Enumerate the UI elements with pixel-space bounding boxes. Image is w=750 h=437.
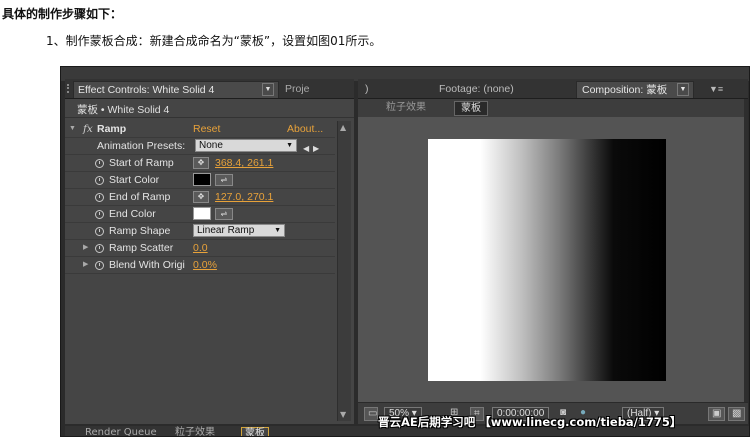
scroll-down-icon[interactable]: ▼ xyxy=(340,410,346,419)
property-row: End Color ⇌ xyxy=(65,206,335,222)
effect-controls-scrollbar[interactable]: ▲ ▼ xyxy=(337,121,351,421)
animation-presets-row: Animation Presets: None ▼ ◀ ▶ xyxy=(65,138,335,154)
ramp-shape-value: Linear Ramp xyxy=(197,225,255,236)
ramp-gradient-canvas xyxy=(428,139,666,381)
chevron-down-icon[interactable]: ▼ xyxy=(677,83,689,96)
presets-value: None xyxy=(199,140,223,151)
twirl-down-icon[interactable]: ▼ xyxy=(69,121,76,137)
end-color-swatch[interactable] xyxy=(193,207,211,220)
ramp-scatter-value[interactable]: 0.0 xyxy=(193,240,208,256)
property-label: Ramp Shape xyxy=(109,225,171,237)
row-divider xyxy=(65,273,335,274)
composition-viewer[interactable] xyxy=(358,117,744,402)
tab-render-queue[interactable]: Render Queue xyxy=(85,427,157,436)
property-row: End of Ramp ✥ 127.0, 270.1 xyxy=(65,189,335,205)
twirl-right-icon[interactable]: ▶ xyxy=(83,240,88,256)
property-row: Ramp Shape Linear Ramp ▼ xyxy=(65,223,335,239)
region-of-interest-icon[interactable]: ▣ xyxy=(708,407,726,421)
divider xyxy=(65,117,354,118)
ramp-shape-dropdown[interactable]: Linear Ramp ▼ xyxy=(193,224,285,237)
composition-navigator: 粒子效果 蒙板 xyxy=(358,99,748,117)
composition-tabbar: ) Footage: (none) Composition: 蒙板 ▼ ▼≡ xyxy=(358,79,748,99)
tab-particle-effect[interactable]: 粒子效果 xyxy=(175,427,215,436)
effect-controls-tabbar: Effect Controls: White Solid 4 ▼ Proje xyxy=(65,79,354,99)
ae-screenshot: Effect Controls: White Solid 4 ▼ Proje 蒙… xyxy=(60,66,750,437)
tab-partial[interactable]: ) xyxy=(360,81,380,98)
layer-breadcrumb: 蒙板 • White Solid 4 xyxy=(77,104,170,116)
watermark: 晋云AE后期学习吧 【www.linecg.com/tieba/1775】 xyxy=(378,415,682,429)
panel-menu-icon[interactable]: ▼≡ xyxy=(704,81,723,98)
property-row: Start of Ramp ✥ 368.4, 261.1 xyxy=(65,155,335,171)
stopwatch-icon[interactable] xyxy=(95,159,104,168)
tab-composition[interactable]: Composition: 蒙板 ▼ xyxy=(576,81,694,98)
tab-effect-controls-label: Effect Controls: White Solid 4 xyxy=(78,84,215,96)
tab-project[interactable]: Proje xyxy=(281,81,341,98)
property-label: Blend With Origi xyxy=(109,259,185,271)
eyedropper-icon[interactable]: ⇌ xyxy=(215,208,233,220)
chevron-down-icon[interactable]: ▼ xyxy=(262,83,274,96)
crosshair-icon[interactable]: ✥ xyxy=(193,191,209,203)
property-row: ▶ Blend With Origi 0.0% xyxy=(65,257,335,273)
composition-panel: ) Footage: (none) Composition: 蒙板 ▼ ▼≡ 粒… xyxy=(358,79,748,424)
start-color-swatch[interactable] xyxy=(193,173,211,186)
effect-name: Ramp xyxy=(97,123,127,135)
stopwatch-icon[interactable] xyxy=(95,244,104,253)
stopwatch-icon[interactable] xyxy=(95,261,104,270)
crosshair-icon[interactable]: ✥ xyxy=(193,157,209,169)
crumb-mask[interactable]: 蒙板 xyxy=(454,101,488,116)
property-label: End Color xyxy=(109,208,156,220)
tab-mask-timeline[interactable]: 蒙板 xyxy=(241,427,269,436)
presets-label: Animation Presets: xyxy=(97,140,186,152)
stopwatch-icon[interactable] xyxy=(95,193,104,202)
eyedropper-icon[interactable]: ⇌ xyxy=(215,174,233,186)
tab-footage[interactable]: Footage: (none) xyxy=(434,81,514,98)
about-link[interactable]: About... xyxy=(287,121,323,137)
tab-effect-controls[interactable]: Effect Controls: White Solid 4 ▼ xyxy=(73,81,279,98)
crumb-particle-effect[interactable]: 粒子效果 xyxy=(386,101,426,114)
presets-dropdown[interactable]: None ▼ xyxy=(195,139,297,152)
end-of-ramp-value[interactable]: 127.0, 270.1 xyxy=(215,189,273,205)
property-row: Start Color ⇌ xyxy=(65,172,335,188)
property-label: End of Ramp xyxy=(109,191,171,203)
property-label: Start Color xyxy=(109,174,160,186)
reset-link[interactable]: Reset xyxy=(193,121,220,137)
start-of-ramp-value[interactable]: 368.4, 261.1 xyxy=(215,155,273,171)
effect-controls-panel: Effect Controls: White Solid 4 ▼ Proje 蒙… xyxy=(65,79,354,424)
transparency-grid-icon[interactable]: ▩ xyxy=(728,407,746,421)
scroll-up-icon[interactable]: ▲ xyxy=(340,123,346,132)
page-heading: 具体的制作步骤如下： xyxy=(2,7,123,21)
property-label: Ramp Scatter xyxy=(109,242,174,254)
chevron-down-icon: ▼ xyxy=(286,142,293,149)
stopwatch-icon[interactable] xyxy=(95,176,104,185)
tab-composition-label: Composition: 蒙板 xyxy=(582,84,668,96)
step-instruction: 1、制作蒙板合成：新建合成命名为“蒙板”，设置如图01所示。 xyxy=(46,34,382,48)
property-row: ▶ Ramp Scatter 0.0 xyxy=(65,240,335,256)
property-label: Start of Ramp xyxy=(109,157,174,169)
twirl-right-icon[interactable]: ▶ xyxy=(83,257,88,273)
fx-icon[interactable]: fx xyxy=(83,121,93,137)
panel-grip-icon[interactable] xyxy=(67,84,71,93)
effect-header-ramp[interactable]: ▼ fx Ramp Reset About... xyxy=(65,121,335,137)
chevron-down-icon: ▼ xyxy=(274,227,281,234)
viewer-scrollbar[interactable] xyxy=(744,99,748,404)
blend-value[interactable]: 0.0% xyxy=(193,257,217,273)
always-preview-icon[interactable]: ▭ xyxy=(364,407,378,421)
stopwatch-icon[interactable] xyxy=(95,210,104,219)
stopwatch-icon[interactable] xyxy=(95,227,104,236)
